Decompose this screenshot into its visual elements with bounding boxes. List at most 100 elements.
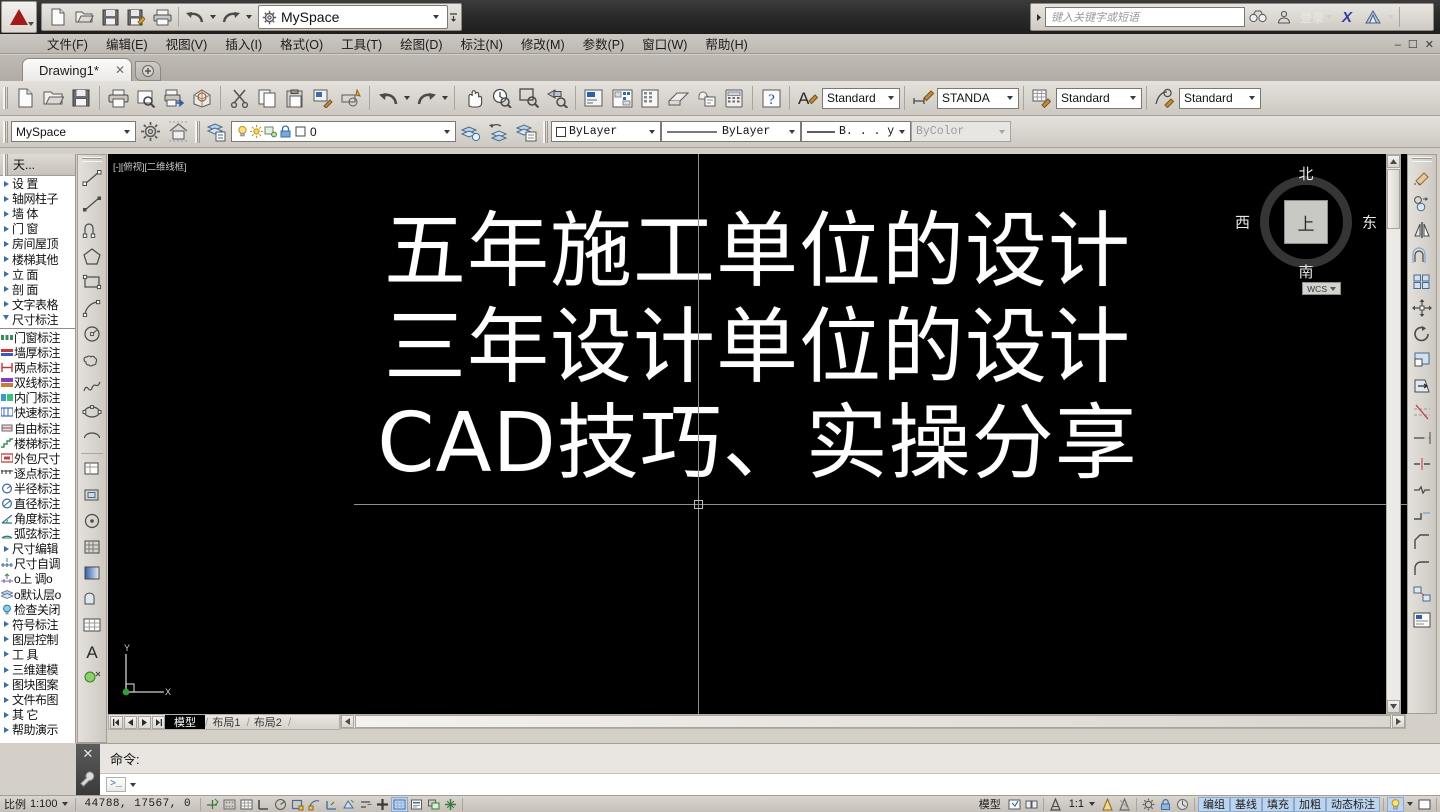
arc-icon[interactable] [79, 295, 105, 321]
ellipse-icon[interactable] [79, 399, 105, 425]
exchange-app-icon[interactable]: X [1334, 5, 1360, 29]
extend-icon[interactable] [1409, 425, 1435, 451]
table-style-combo[interactable]: Standard [1056, 87, 1142, 109]
view-cube[interactable]: 上 北 南 西 东 [1235, 166, 1377, 281]
palette-group-section[interactable]: 剖 面 [0, 282, 75, 297]
selection-cycling-icon[interactable] [425, 797, 442, 812]
layer-properties-manager-icon[interactable] [203, 118, 231, 146]
workspace-switching-icon[interactable] [1140, 797, 1157, 812]
help-dropdown-icon[interactable] [1386, 5, 1396, 29]
menu-edit[interactable]: 编辑(E) [97, 33, 157, 54]
toolbar-grip[interactable] [195, 120, 200, 143]
move-icon[interactable] [1409, 295, 1435, 321]
save-as-icon[interactable] [123, 5, 149, 29]
toolbar-grip[interactable] [3, 120, 8, 143]
restore-button[interactable]: ☐ [1408, 38, 1418, 51]
redo-icon[interactable] [412, 84, 440, 112]
application-menu-button[interactable] [1, 1, 37, 33]
palette-group-settings[interactable]: 设 置 [0, 176, 75, 191]
stretch-icon[interactable] [1409, 373, 1435, 399]
grid-display-icon[interactable] [238, 797, 255, 812]
infocenter-collapse-icon[interactable] [1403, 5, 1429, 29]
offset-icon[interactable] [1409, 243, 1435, 269]
menu-format[interactable]: 格式(O) [271, 33, 332, 54]
palette-group-text-table[interactable]: 文字表格 [0, 297, 75, 312]
palette-group-symbol-mark[interactable]: 符号标注 [0, 617, 75, 632]
palette-item-door-window-dim[interactable]: 门窗标注 [0, 330, 75, 345]
document-tab-drawing1[interactable]: Drawing1* ✕ [22, 58, 133, 81]
erase-icon[interactable] [1409, 165, 1435, 191]
redo-icon[interactable] [218, 5, 244, 29]
open-icon[interactable] [39, 84, 67, 112]
dynamic-input-icon[interactable] [357, 797, 374, 812]
close-button[interactable]: ✕ [1425, 38, 1434, 51]
designcenter-icon[interactable] [608, 84, 636, 112]
menu-help[interactable]: 帮助(H) [696, 33, 756, 54]
cut-icon[interactable] [225, 84, 253, 112]
menu-view[interactable]: 视图(V) [157, 33, 217, 54]
menu-parametric[interactable]: 参数(P) [574, 33, 634, 54]
palette-item-quick-dim[interactable]: 快速标注 [0, 405, 75, 420]
palette-item-dim-autoadjust[interactable]: 尺寸自调 [0, 556, 75, 571]
paste-icon[interactable] [281, 84, 309, 112]
undo-dropdown-icon[interactable] [402, 86, 412, 110]
construction-line-icon[interactable] [79, 191, 105, 217]
undo-icon[interactable] [374, 84, 402, 112]
transparency-icon[interactable] [391, 796, 409, 812]
allow-ucs-icon[interactable] [323, 797, 340, 812]
properties-palette-icon[interactable] [580, 84, 608, 112]
palette-item-free-dim[interactable]: 自由标注 [0, 421, 75, 436]
toolbar-grip[interactable] [1412, 157, 1432, 162]
palette-group-tools[interactable]: 工 具 [0, 647, 75, 662]
annotation-scale-value[interactable]: 1:1 [1064, 797, 1089, 812]
palette-body[interactable]: 设 置 轴网柱子 墙 体 门 窗 房间屋顶 楼梯其他 立 面 剖 面 文字表格 … [0, 176, 75, 743]
palette-item-check-close[interactable]: 检查关闭 [0, 602, 75, 617]
account-icon[interactable] [1271, 5, 1297, 29]
print-icon[interactable] [149, 5, 175, 29]
coordinates-display[interactable]: 44788, 17567, 0 [79, 798, 198, 810]
palette-item-inner-door-dim[interactable]: 内门标注 [0, 390, 75, 405]
help-icon[interactable]: ? [757, 84, 785, 112]
command-input-row[interactable]: >_ [100, 774, 1440, 795]
palette-group-help-demo[interactable]: 帮助演示 [0, 722, 75, 737]
rotate-icon[interactable] [1409, 321, 1435, 347]
chevron-down-icon[interactable] [1003, 96, 1017, 100]
table-style-icon[interactable] [1028, 84, 1056, 112]
chevron-down-icon[interactable] [884, 96, 898, 100]
make-block-icon[interactable] [79, 482, 105, 508]
close-icon[interactable]: ✕ [83, 746, 94, 762]
palette-item-angle-dim[interactable]: 角度标注 [0, 511, 75, 526]
toolbar-grip[interactable] [82, 157, 102, 162]
line-icon[interactable] [79, 165, 105, 191]
annotation-scale-cell[interactable]: 比例 1:100 [0, 797, 72, 812]
layer-previous-icon[interactable] [456, 118, 484, 146]
explode-icon[interactable] [1409, 581, 1435, 607]
palette-group-stairs[interactable]: 楼梯其他 [0, 251, 75, 267]
undo-icon[interactable] [182, 5, 208, 29]
chevron-down-icon[interactable] [120, 129, 134, 134]
annotation-scale-dropdown-icon[interactable] [1089, 802, 1095, 806]
qnew-icon[interactable] [11, 84, 39, 112]
wcs-dropdown[interactable]: WCS [1302, 282, 1341, 295]
workspace-display-icon[interactable] [164, 118, 192, 146]
menu-insert[interactable]: 插入(I) [216, 33, 271, 54]
workspace-dropdown-icon[interactable] [427, 15, 445, 19]
layout-tab-layout1[interactable]: 布局1 [208, 715, 246, 729]
search-input[interactable]: 键入关键字或短语 [1044, 7, 1245, 27]
workspace-settings-icon[interactable] [136, 118, 164, 146]
status-toggle-fill[interactable]: 填充 [1262, 796, 1294, 812]
object-color-combo[interactable]: ByLayer [551, 121, 661, 142]
clean-screen-icon[interactable] [1416, 797, 1433, 812]
status-toggle-dynamic-dim[interactable]: 动态标注 [1326, 796, 1380, 812]
last-layout-button[interactable] [152, 715, 165, 729]
command-prompt-icon[interactable]: >_ [106, 777, 126, 792]
layer-make-current-icon[interactable] [484, 118, 512, 146]
show-lineweight-icon[interactable] [374, 797, 391, 812]
chevron-down-icon[interactable] [440, 129, 454, 134]
palette-item-wall-thickness-dim[interactable]: 墙厚标注 [0, 345, 75, 360]
palette-item-outer-dim[interactable]: 外包尺寸 [0, 451, 75, 466]
markup-set-manager-icon[interactable] [692, 84, 720, 112]
copy-object-icon[interactable] [1409, 191, 1435, 217]
block-editor-icon[interactable] [337, 84, 365, 112]
menu-draw[interactable]: 绘图(D) [391, 33, 451, 54]
